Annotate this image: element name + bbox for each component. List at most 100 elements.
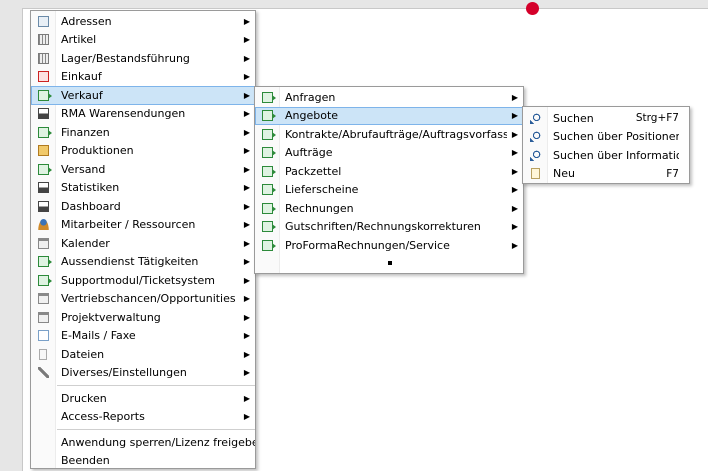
main-menu-item-versand[interactable]: Versand ▶ bbox=[31, 160, 255, 179]
item-icon-slot bbox=[31, 348, 55, 360]
main-menu-item-beenden[interactable]: Beenden bbox=[31, 452, 255, 471]
main-menu-item-drucken[interactable]: Drucken ▶ bbox=[31, 389, 255, 408]
support-ticket-icon bbox=[37, 274, 52, 286]
verkauf-menu-item-label: Rechnungen bbox=[285, 201, 354, 215]
main-menu-item-aussendienst-tätigkeiten[interactable]: Aussendienst Tätigkeiten ▶ bbox=[31, 253, 255, 272]
angebote-menu-item-label: Suchen über Positionen bbox=[553, 130, 679, 144]
project-icon bbox=[37, 311, 49, 323]
main-menu-item-label: Kalender bbox=[61, 236, 110, 250]
verkauf-menu-item-label: Kontrakte/Abrufaufträge/Auftragsvorfassu… bbox=[285, 127, 507, 141]
settings-tool-icon bbox=[37, 367, 49, 379]
mouse-cursor bbox=[388, 261, 392, 265]
main-menu-item-label: Projektverwaltung bbox=[61, 310, 161, 324]
main-menu-item-lager-bestandsführung[interactable]: Lager/Bestandsführung ▶ bbox=[31, 49, 255, 68]
new-document-icon bbox=[530, 168, 540, 180]
submenu-arrow-icon: ▶ bbox=[243, 127, 251, 137]
main-menu-item-diverses-einstellungen[interactable]: Diverses/Einstellungen ▶ bbox=[31, 364, 255, 383]
menu-separator bbox=[57, 385, 255, 386]
main-menu-item-label: Einkauf bbox=[61, 70, 102, 84]
submenu-arrow-icon: ▶ bbox=[243, 294, 251, 304]
main-menu-item-anwendung-sperren-lizenz-freigeben[interactable]: Anwendung sperren/Lizenz freigeben bbox=[31, 433, 255, 452]
main-menu-item-access-reports[interactable]: Access-Reports ▶ bbox=[31, 408, 255, 427]
document-arrow-icon bbox=[261, 202, 276, 214]
main-menu-item-e-mails-faxe[interactable]: E-Mails / Faxe ▶ bbox=[31, 327, 255, 346]
verkauf-menu-item-rechnungen[interactable]: Rechnungen ▶ bbox=[255, 199, 523, 218]
submenu-arrow-icon: ▶ bbox=[511, 129, 519, 139]
main-menu-item-vertriebschancen-opportunities[interactable]: Vertriebschancen/Opportunities ▶ bbox=[31, 290, 255, 309]
item-icon-slot bbox=[31, 108, 55, 120]
main-menu-item-label: Versand bbox=[61, 162, 106, 176]
angebote-menu-item-neu[interactable]: Neu F7 bbox=[523, 165, 689, 184]
main-menu-item-produktionen[interactable]: Produktionen ▶ bbox=[31, 142, 255, 161]
verkauf-submenu: Anfragen ▶ Angebote ▶ Kontrakte/Abrufaufträg… bbox=[254, 86, 524, 274]
document-arrow-icon bbox=[261, 147, 276, 159]
main-menu-item-finanzen[interactable]: Finanzen ▶ bbox=[31, 123, 255, 142]
submenu-arrow-icon: ▶ bbox=[243, 164, 251, 174]
main-menu-item-artikel[interactable]: Artikel ▶ bbox=[31, 31, 255, 50]
verkauf-menu-item-label: Lieferscheine bbox=[285, 183, 359, 197]
purchase-icon bbox=[37, 71, 49, 83]
production-box-icon bbox=[37, 145, 49, 157]
angebote-menu-item-suchen-über-positionen[interactable]: Suchen über Positionen bbox=[523, 128, 689, 147]
item-icon-slot bbox=[255, 239, 279, 251]
main-menu-item-label: Mitarbeiter / Ressourcen bbox=[61, 218, 196, 232]
warehouse-icon bbox=[37, 52, 49, 64]
submenu-arrow-icon: ▶ bbox=[511, 92, 519, 102]
main-menu-item-einkauf[interactable]: Einkauf ▶ bbox=[31, 68, 255, 87]
main-menu-item-kalender[interactable]: Kalender ▶ bbox=[31, 234, 255, 253]
verkauf-menu-item-anfragen[interactable]: Anfragen ▶ bbox=[255, 88, 523, 107]
verkauf-menu-item-angebote[interactable]: Angebote ▶ bbox=[255, 106, 523, 125]
main-menu-item-mitarbeiter-ressourcen[interactable]: Mitarbeiter / Ressourcen ▶ bbox=[31, 216, 255, 235]
main-menu-item-label: Supportmodul/Ticketsystem bbox=[61, 273, 215, 287]
field-service-icon bbox=[37, 256, 52, 268]
main-menu-item-dateien[interactable]: Dateien ▶ bbox=[31, 345, 255, 364]
verkauf-menu-item-label: ProFormaRechnungen/Service bbox=[285, 238, 450, 252]
main-menu-item-label: Dateien bbox=[61, 347, 105, 361]
submenu-arrow-icon: ▶ bbox=[243, 312, 251, 322]
notification-dot bbox=[526, 2, 539, 15]
main-menu-item-verkauf[interactable]: Verkauf ▶ bbox=[31, 86, 255, 105]
submenu-arrow-icon: ▶ bbox=[243, 109, 251, 119]
item-icon-slot bbox=[523, 168, 547, 180]
submenu-arrow-icon: ▶ bbox=[243, 72, 251, 82]
search-info-icon bbox=[529, 149, 541, 161]
submenu-arrow-icon: ▶ bbox=[243, 201, 251, 211]
main-menu-item-dashboard[interactable]: Dashboard ▶ bbox=[31, 197, 255, 216]
item-icon-slot bbox=[255, 202, 279, 214]
verkauf-menu-item-proformarechnungen-service[interactable]: ProFormaRechnungen/Service ▶ bbox=[255, 236, 523, 255]
main-menu-item-rma-warensendungen[interactable]: RMA Warensendungen ▶ bbox=[31, 105, 255, 124]
angebote-menu-item-suchen[interactable]: Suchen Strg+F7 bbox=[523, 109, 689, 128]
document-arrow-icon bbox=[261, 184, 276, 196]
submenu-arrow-icon: ▶ bbox=[511, 166, 519, 176]
submenu-arrow-icon: ▶ bbox=[243, 257, 251, 267]
submenu-arrow-icon: ▶ bbox=[243, 16, 251, 26]
sales-document-icon bbox=[37, 89, 52, 101]
verkauf-menu-item-gutschriften-rechnungskorrekturen[interactable]: Gutschriften/Rechnungskorrekturen ▶ bbox=[255, 218, 523, 237]
verkauf-menu-item-label: Aufträge bbox=[285, 146, 333, 160]
menu-separator bbox=[57, 429, 255, 430]
search-positions-icon bbox=[529, 131, 541, 143]
submenu-arrow-icon: ▶ bbox=[243, 368, 251, 378]
submenu-arrow-icon: ▶ bbox=[243, 220, 251, 230]
verkauf-menu-item-kontrakte-abrufaufträge-auftragsvorfassung[interactable]: Kontrakte/Abrufaufträge/Auftragsvorfassu… bbox=[255, 125, 523, 144]
verkauf-menu-item-lieferscheine[interactable]: Lieferscheine ▶ bbox=[255, 181, 523, 200]
main-menu-item-label: Beenden bbox=[61, 454, 110, 468]
main-menu-item-projektverwaltung[interactable]: Projektverwaltung ▶ bbox=[31, 308, 255, 327]
main-menu-item-label: Finanzen bbox=[61, 125, 110, 139]
angebote-menu-item-suchen-über-informationen[interactable]: Suchen über Informationen bbox=[523, 146, 689, 165]
finance-icon bbox=[37, 126, 52, 138]
main-menu-item-statistiken[interactable]: Statistiken ▶ bbox=[31, 179, 255, 198]
item-icon-slot bbox=[31, 219, 55, 231]
verkauf-menu-item-packzettel[interactable]: Packzettel ▶ bbox=[255, 162, 523, 181]
item-icon-slot bbox=[31, 274, 55, 286]
verkauf-menu-item-label: Anfragen bbox=[285, 90, 336, 104]
main-menu-item-adressen[interactable]: Adressen ▶ bbox=[31, 12, 255, 31]
document-arrow-icon bbox=[261, 128, 276, 140]
main-menu-item-label: Diverses/Einstellungen bbox=[61, 366, 187, 380]
verkauf-menu-item-aufträge[interactable]: Aufträge ▶ bbox=[255, 144, 523, 163]
main-menu-item-supportmodul-ticketsystem[interactable]: Supportmodul/Ticketsystem ▶ bbox=[31, 271, 255, 290]
statistics-chart-icon bbox=[37, 182, 49, 194]
item-icon-slot bbox=[255, 147, 279, 159]
submenu-arrow-icon: ▶ bbox=[243, 146, 251, 156]
submenu-arrow-icon: ▶ bbox=[243, 275, 251, 285]
